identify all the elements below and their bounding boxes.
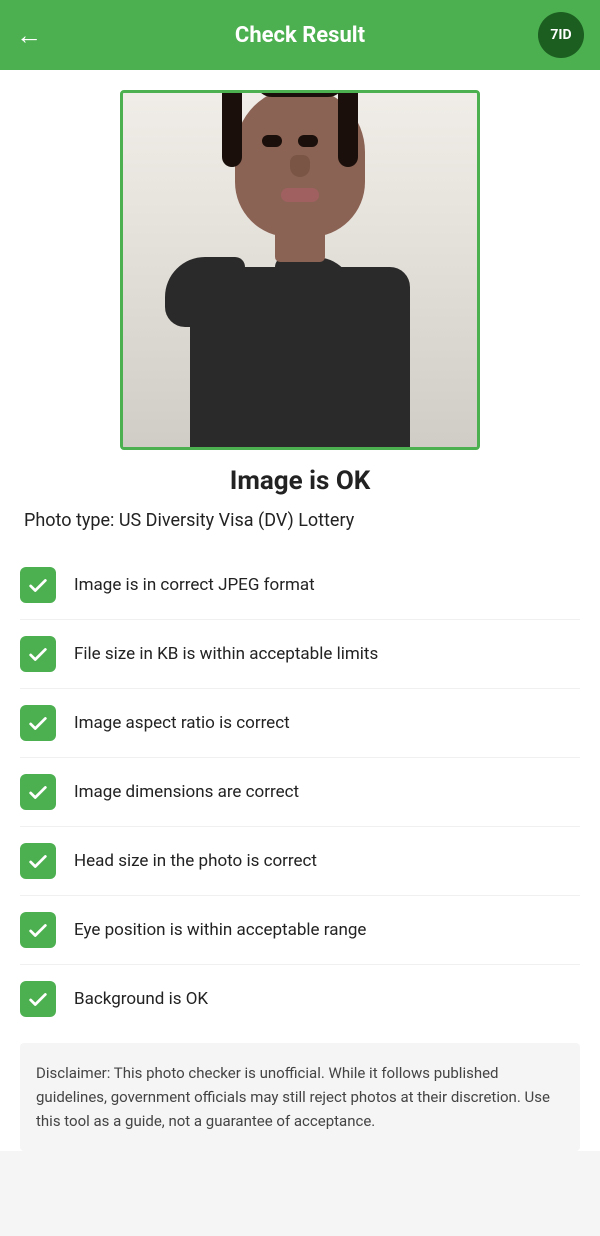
check-text-jpeg: Image is in correct JPEG format [74, 574, 315, 596]
check-text-background: Background is OK [74, 988, 208, 1010]
check-text-aspect: Image aspect ratio is correct [74, 712, 290, 734]
check-text-headsize: Head size in the photo is correct [74, 850, 317, 872]
figure-eye-left [262, 135, 282, 147]
status-title: Image is OK [20, 466, 580, 496]
check-icon-aspect [20, 705, 56, 741]
check-icon-filesize [20, 636, 56, 672]
figure-hair-top [255, 93, 345, 97]
check-item-filesize: File size in KB is within acceptable lim… [20, 620, 580, 689]
app-logo: 7ID [538, 12, 584, 58]
check-text-filesize: File size in KB is within acceptable lim… [74, 643, 378, 665]
check-item-jpeg: Image is in correct JPEG format [20, 551, 580, 620]
disclaimer-box: Disclaimer: This photo checker is unoffi… [20, 1043, 580, 1151]
figure-hair-right [338, 93, 358, 167]
photo-image [123, 93, 477, 447]
check-icon-jpeg [20, 567, 56, 603]
app-header: ← Check Result 7ID [0, 0, 600, 70]
check-icon-dimensions [20, 774, 56, 810]
check-item-dimensions: Image dimensions are correct [20, 758, 580, 827]
check-text-eyepos: Eye position is within acceptable range [74, 919, 366, 941]
photo-type-label: Photo type: US Diversity Visa (DV) Lotte… [20, 510, 580, 531]
back-button[interactable]: ← [16, 20, 42, 51]
check-item-background: Background is OK [20, 965, 580, 1033]
figure-nose [290, 155, 310, 177]
check-item-eyepos: Eye position is within acceptable range [20, 896, 580, 965]
photo-wrapper [20, 90, 580, 450]
check-text-dimensions: Image dimensions are correct [74, 781, 299, 803]
disclaimer-text: Disclaimer: This photo checker is unoffi… [36, 1064, 550, 1130]
main-content: Image is OK Photo type: US Diversity Vis… [0, 70, 600, 1151]
figure-hair-left [222, 93, 242, 167]
check-icon-background [20, 981, 56, 1017]
figure-shoulder-right [275, 257, 355, 327]
check-item-aspect: Image aspect ratio is correct [20, 689, 580, 758]
check-icon-headsize [20, 843, 56, 879]
check-list: Image is in correct JPEG format File siz… [20, 551, 580, 1033]
figure-shoulder-left [165, 257, 245, 327]
check-icon-eyepos [20, 912, 56, 948]
figure-lips [281, 188, 319, 202]
photo-frame [120, 90, 480, 450]
figure-eye-right [298, 135, 318, 147]
check-item-headsize: Head size in the photo is correct [20, 827, 580, 896]
page-title: Check Result [235, 23, 365, 48]
